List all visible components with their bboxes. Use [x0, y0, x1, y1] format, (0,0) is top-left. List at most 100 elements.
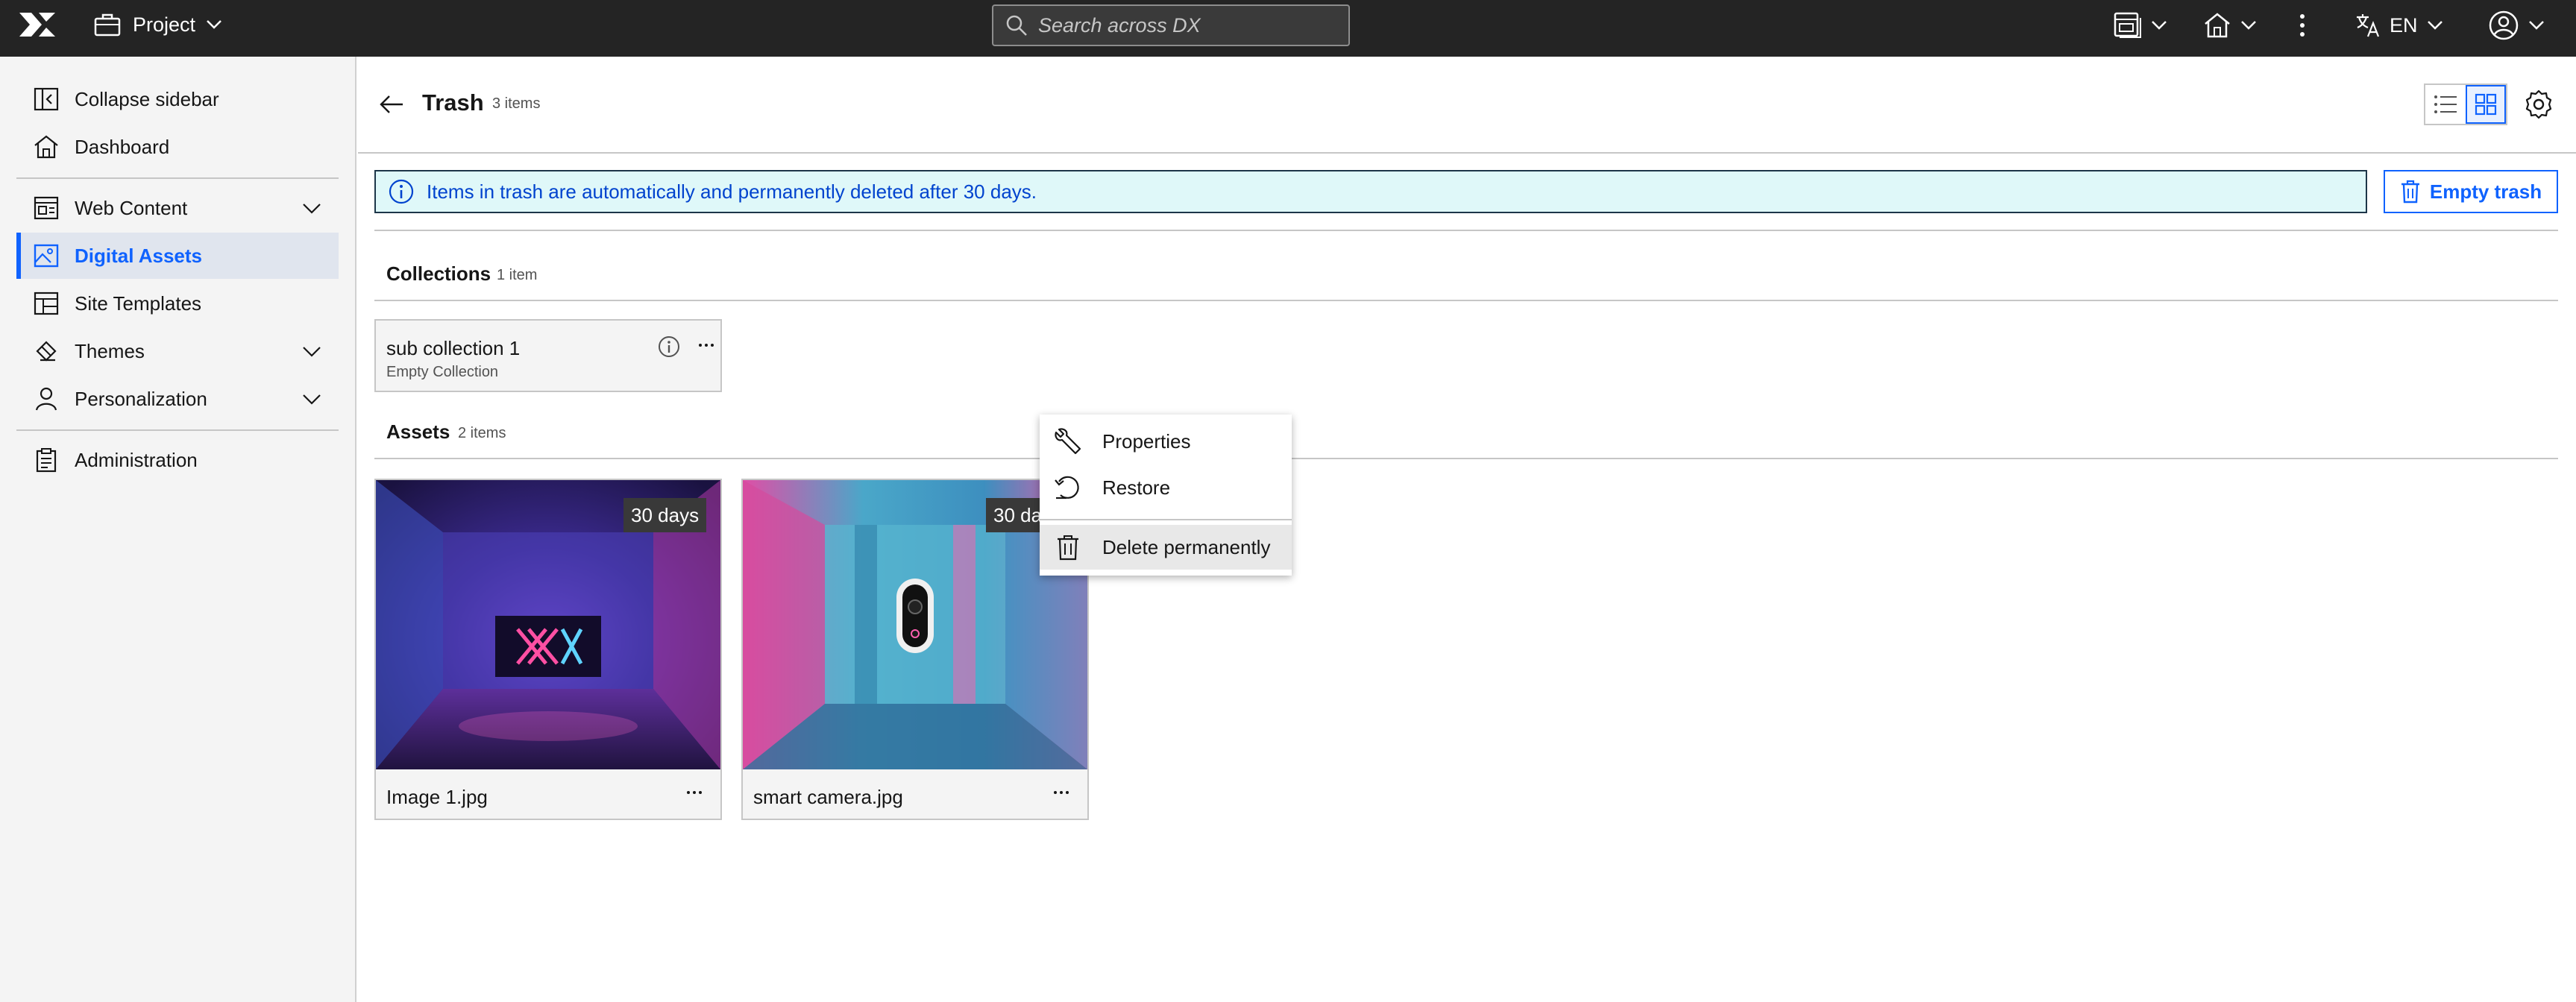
sidebar-item-web-content[interactable]: Web Content	[16, 185, 339, 231]
chevron-down-icon	[2151, 20, 2167, 31]
info-banner-text: Items in trash are automatically and per…	[427, 180, 1037, 203]
empty-trash-label: Empty trash	[2429, 180, 2542, 203]
asset-card[interactable]: 30 days smart camera.jpg	[741, 479, 1089, 820]
collection-card[interactable]: sub collection 1 Empty Collection	[374, 319, 722, 392]
settings-button[interactable]	[2522, 88, 2555, 121]
chevron-down-icon	[2240, 20, 2257, 31]
language-selector[interactable]: EN	[2355, 10, 2443, 40]
document-stack-icon	[2114, 12, 2142, 39]
paint-icon	[33, 338, 60, 365]
web-content-icon	[33, 195, 60, 221]
menu-item-label: Properties	[1102, 429, 1191, 453]
more-options-icon[interactable]	[682, 780, 707, 805]
menu-item-restore[interactable]: Restore	[1040, 465, 1292, 510]
collections-count: 1 item	[497, 267, 538, 283]
menu-item-label: Delete permanently	[1102, 535, 1271, 558]
user-menu-button[interactable]	[2488, 10, 2545, 40]
home-menu-button[interactable]	[2203, 10, 2257, 40]
trash-icon	[1053, 532, 1083, 562]
more-options-icon[interactable]	[694, 333, 719, 358]
translate-icon	[2355, 13, 2381, 38]
home-icon	[2203, 12, 2231, 39]
content-menu-button[interactable]	[2114, 10, 2167, 40]
trash-icon	[2400, 180, 2421, 204]
sidebar-item-collapse[interactable]: Collapse sidebar	[16, 76, 339, 122]
collapse-sidebar-icon	[33, 86, 60, 113]
vertical-dots-icon	[2299, 12, 2306, 39]
sidebar-item-administration[interactable]: Administration	[16, 437, 339, 483]
asset-name: smart camera.jpg	[753, 786, 903, 808]
search-icon	[1005, 14, 1028, 37]
info-icon[interactable]	[656, 334, 682, 359]
sidebar-item-label: Personalization	[75, 387, 207, 410]
list-view-button[interactable]	[2425, 85, 2466, 124]
clipboard-icon	[33, 447, 60, 473]
info-banner: Items in trash are automatically and per…	[374, 170, 2367, 213]
chevron-down-icon	[2528, 20, 2545, 31]
arrow-left-icon	[377, 89, 407, 119]
sidebar-item-label: Dashboard	[75, 135, 170, 158]
sidebar-item-label: Digital Assets	[75, 244, 202, 267]
sidebar-item-dashboard[interactable]: Dashboard	[16, 124, 339, 170]
asset-name: Image 1.jpg	[386, 786, 488, 808]
empty-trash-button[interactable]: Empty trash	[2384, 170, 2558, 213]
project-label: Project	[133, 13, 196, 36]
chevron-down-icon	[2427, 20, 2443, 31]
project-selector[interactable]: Project	[94, 10, 222, 39]
sidebar-item-label: Site Templates	[75, 292, 202, 315]
search-input[interactable]	[1038, 13, 1336, 37]
gear-icon	[2522, 88, 2555, 121]
info-icon	[388, 178, 415, 205]
wrench-icon	[1053, 426, 1083, 456]
grid-icon	[2475, 93, 2497, 116]
menu-item-delete-permanently[interactable]: Delete permanently	[1040, 525, 1292, 570]
sidebar-item-site-templates[interactable]: Site Templates	[16, 280, 339, 327]
section-divider	[374, 458, 2558, 459]
back-button[interactable]	[377, 89, 407, 119]
grid-view-button[interactable]	[2466, 85, 2506, 124]
menu-separator	[1040, 519, 1292, 520]
home-icon	[33, 133, 60, 160]
context-menu: Properties Restore Delete permanently	[1040, 415, 1292, 576]
list-icon	[2434, 94, 2457, 115]
sidebar-divider	[16, 429, 339, 431]
user-icon	[33, 385, 60, 412]
collection-name: sub collection 1	[386, 337, 521, 359]
section-divider	[374, 230, 2558, 231]
section-divider	[374, 300, 2558, 301]
sidebar: Collapse sidebar Dashboard Web Content D…	[0, 57, 356, 1002]
sidebar-item-label: Themes	[75, 339, 145, 362]
sidebar-divider	[16, 177, 339, 179]
page-item-count: 3 items	[492, 95, 541, 112]
image-icon	[33, 242, 60, 269]
main-content: Trash 3 items Items in trash are automat…	[358, 57, 2576, 1002]
chevron-down-icon	[206, 19, 222, 30]
collections-section-title: Collections	[386, 262, 491, 285]
more-options-button[interactable]	[2299, 10, 2306, 40]
top-bar: Project EN	[0, 0, 2576, 57]
assets-count: 2 items	[458, 425, 506, 441]
global-search[interactable]	[992, 4, 1350, 46]
sidebar-item-personalization[interactable]: Personalization	[16, 376, 339, 422]
restore-icon	[1053, 473, 1083, 502]
view-toggle	[2424, 84, 2507, 125]
assets-section-title: Assets	[386, 420, 450, 443]
user-avatar-icon	[2488, 10, 2519, 41]
more-options-icon[interactable]	[1049, 780, 1074, 805]
chevron-down-icon	[301, 341, 322, 362]
header-divider	[358, 152, 2576, 154]
chevron-down-icon	[301, 198, 322, 218]
asset-card[interactable]: 30 days Image 1.jpg	[374, 479, 722, 820]
sidebar-item-label: Administration	[75, 448, 198, 471]
menu-item-properties[interactable]: Properties	[1040, 419, 1292, 464]
retention-badge: 30 days	[623, 498, 707, 532]
chevron-down-icon	[301, 388, 322, 409]
page-title: Trash	[422, 89, 484, 116]
dx-logo[interactable]	[16, 11, 58, 38]
sidebar-item-digital-assets[interactable]: Digital Assets	[16, 233, 339, 279]
sidebar-item-themes[interactable]: Themes	[16, 328, 339, 374]
sidebar-item-label: Web Content	[75, 196, 188, 219]
language-label: EN	[2390, 13, 2418, 37]
collection-subtitle: Empty Collection	[386, 364, 499, 380]
menu-item-label: Restore	[1102, 476, 1171, 499]
